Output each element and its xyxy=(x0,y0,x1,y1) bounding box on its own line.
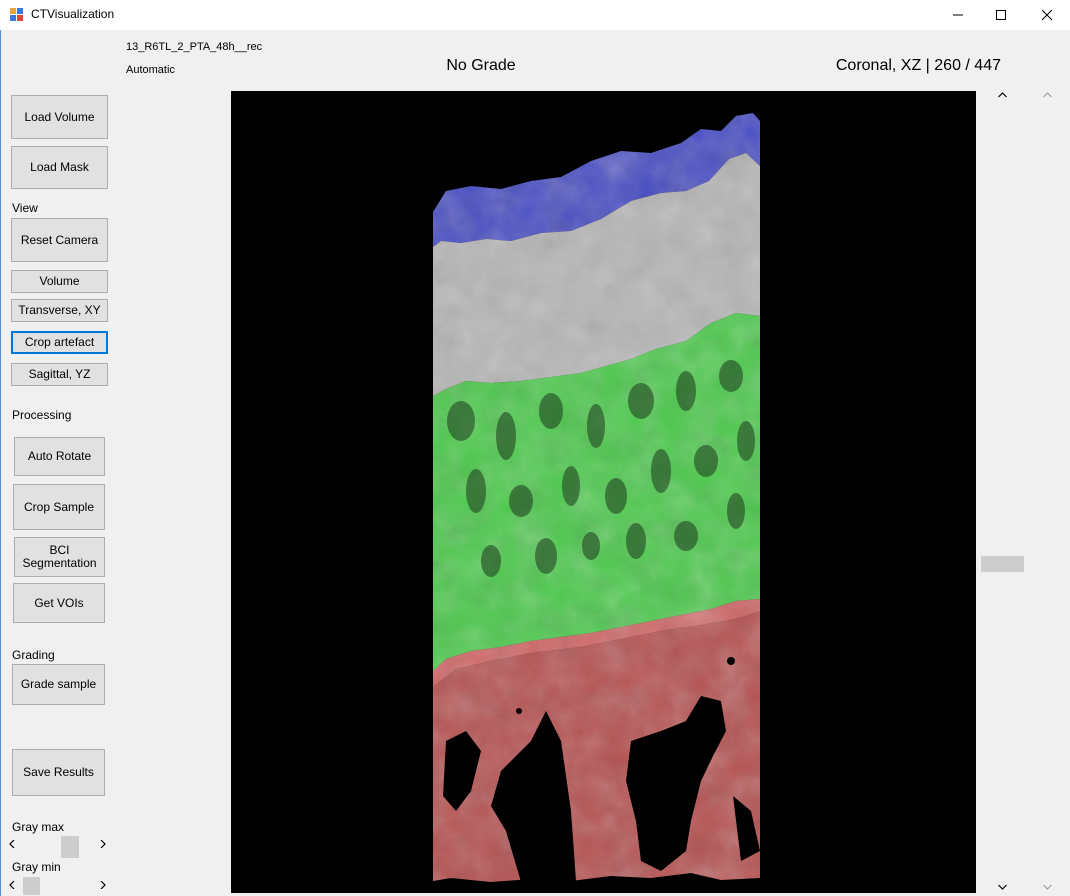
save-results-button[interactable]: Save Results xyxy=(12,749,105,796)
view-section-label: View xyxy=(12,201,38,215)
get-vois-button[interactable]: Get VOIs xyxy=(13,583,105,623)
crop-artefact-button[interactable]: Crop artefact xyxy=(11,331,108,354)
reset-camera-button[interactable]: Reset Camera xyxy=(11,218,108,262)
grade-label: No Grade xyxy=(446,57,516,74)
gray-min-scrollbar[interactable] xyxy=(3,876,111,895)
scroll-right-icon[interactable] xyxy=(94,835,111,852)
app-icon xyxy=(10,8,23,21)
scroll-left-icon[interactable] xyxy=(3,835,20,852)
processing-section-label: Processing xyxy=(12,408,72,422)
load-volume-button[interactable]: Load Volume xyxy=(11,95,108,139)
scroll-right-icon[interactable] xyxy=(94,876,111,893)
scroll-up-icon[interactable] xyxy=(980,86,1024,103)
gray-max-thumb[interactable] xyxy=(61,836,79,858)
view-status-label: Coronal, XZ | 260 / 447 xyxy=(835,57,1001,74)
window-border xyxy=(0,30,1,896)
bci-segmentation-button[interactable]: BCI Segmentation xyxy=(14,537,105,577)
close-button[interactable] xyxy=(1024,0,1070,30)
slice-scroll-thumb[interactable] xyxy=(981,556,1024,572)
gray-min-thumb[interactable] xyxy=(23,877,40,895)
close-icon xyxy=(1041,9,1053,21)
volume-view-button[interactable]: Volume xyxy=(11,270,108,293)
ct-slice-viewport[interactable] xyxy=(231,91,976,893)
grading-section-label: Grading xyxy=(12,648,55,662)
gray-min-label: Gray min xyxy=(12,860,61,874)
load-mask-button[interactable]: Load Mask xyxy=(11,146,108,189)
window-title: CTVisualization xyxy=(31,7,115,21)
ct-slice-image xyxy=(433,113,760,882)
filename-label: 13_R6TL_2_PTA_48h__rec xyxy=(126,41,263,53)
minimize-button[interactable] xyxy=(935,0,981,30)
crop-sample-button[interactable]: Crop Sample xyxy=(13,484,105,530)
scroll-left-icon[interactable] xyxy=(3,876,20,893)
scroll-up-icon[interactable] xyxy=(1025,86,1069,103)
grade-sample-button[interactable]: Grade sample xyxy=(12,664,105,705)
sagittal-view-button[interactable]: Sagittal, YZ xyxy=(11,363,108,386)
mode-label: Automatic xyxy=(126,64,175,76)
scroll-down-icon[interactable] xyxy=(1025,878,1069,895)
transverse-view-button[interactable]: Transverse, XY xyxy=(11,299,108,322)
panel-scrollbar[interactable] xyxy=(1025,82,1069,896)
gray-max-label: Gray max xyxy=(12,820,65,834)
slice-scrollbar[interactable] xyxy=(980,82,1024,896)
maximize-icon xyxy=(996,10,1006,20)
title-bar: CTVisualization xyxy=(0,0,1070,30)
maximize-button[interactable] xyxy=(978,0,1024,30)
gray-max-scrollbar[interactable] xyxy=(3,835,111,858)
auto-rotate-button[interactable]: Auto Rotate xyxy=(14,437,105,476)
minimize-icon xyxy=(953,14,963,16)
scroll-down-icon[interactable] xyxy=(980,878,1024,895)
